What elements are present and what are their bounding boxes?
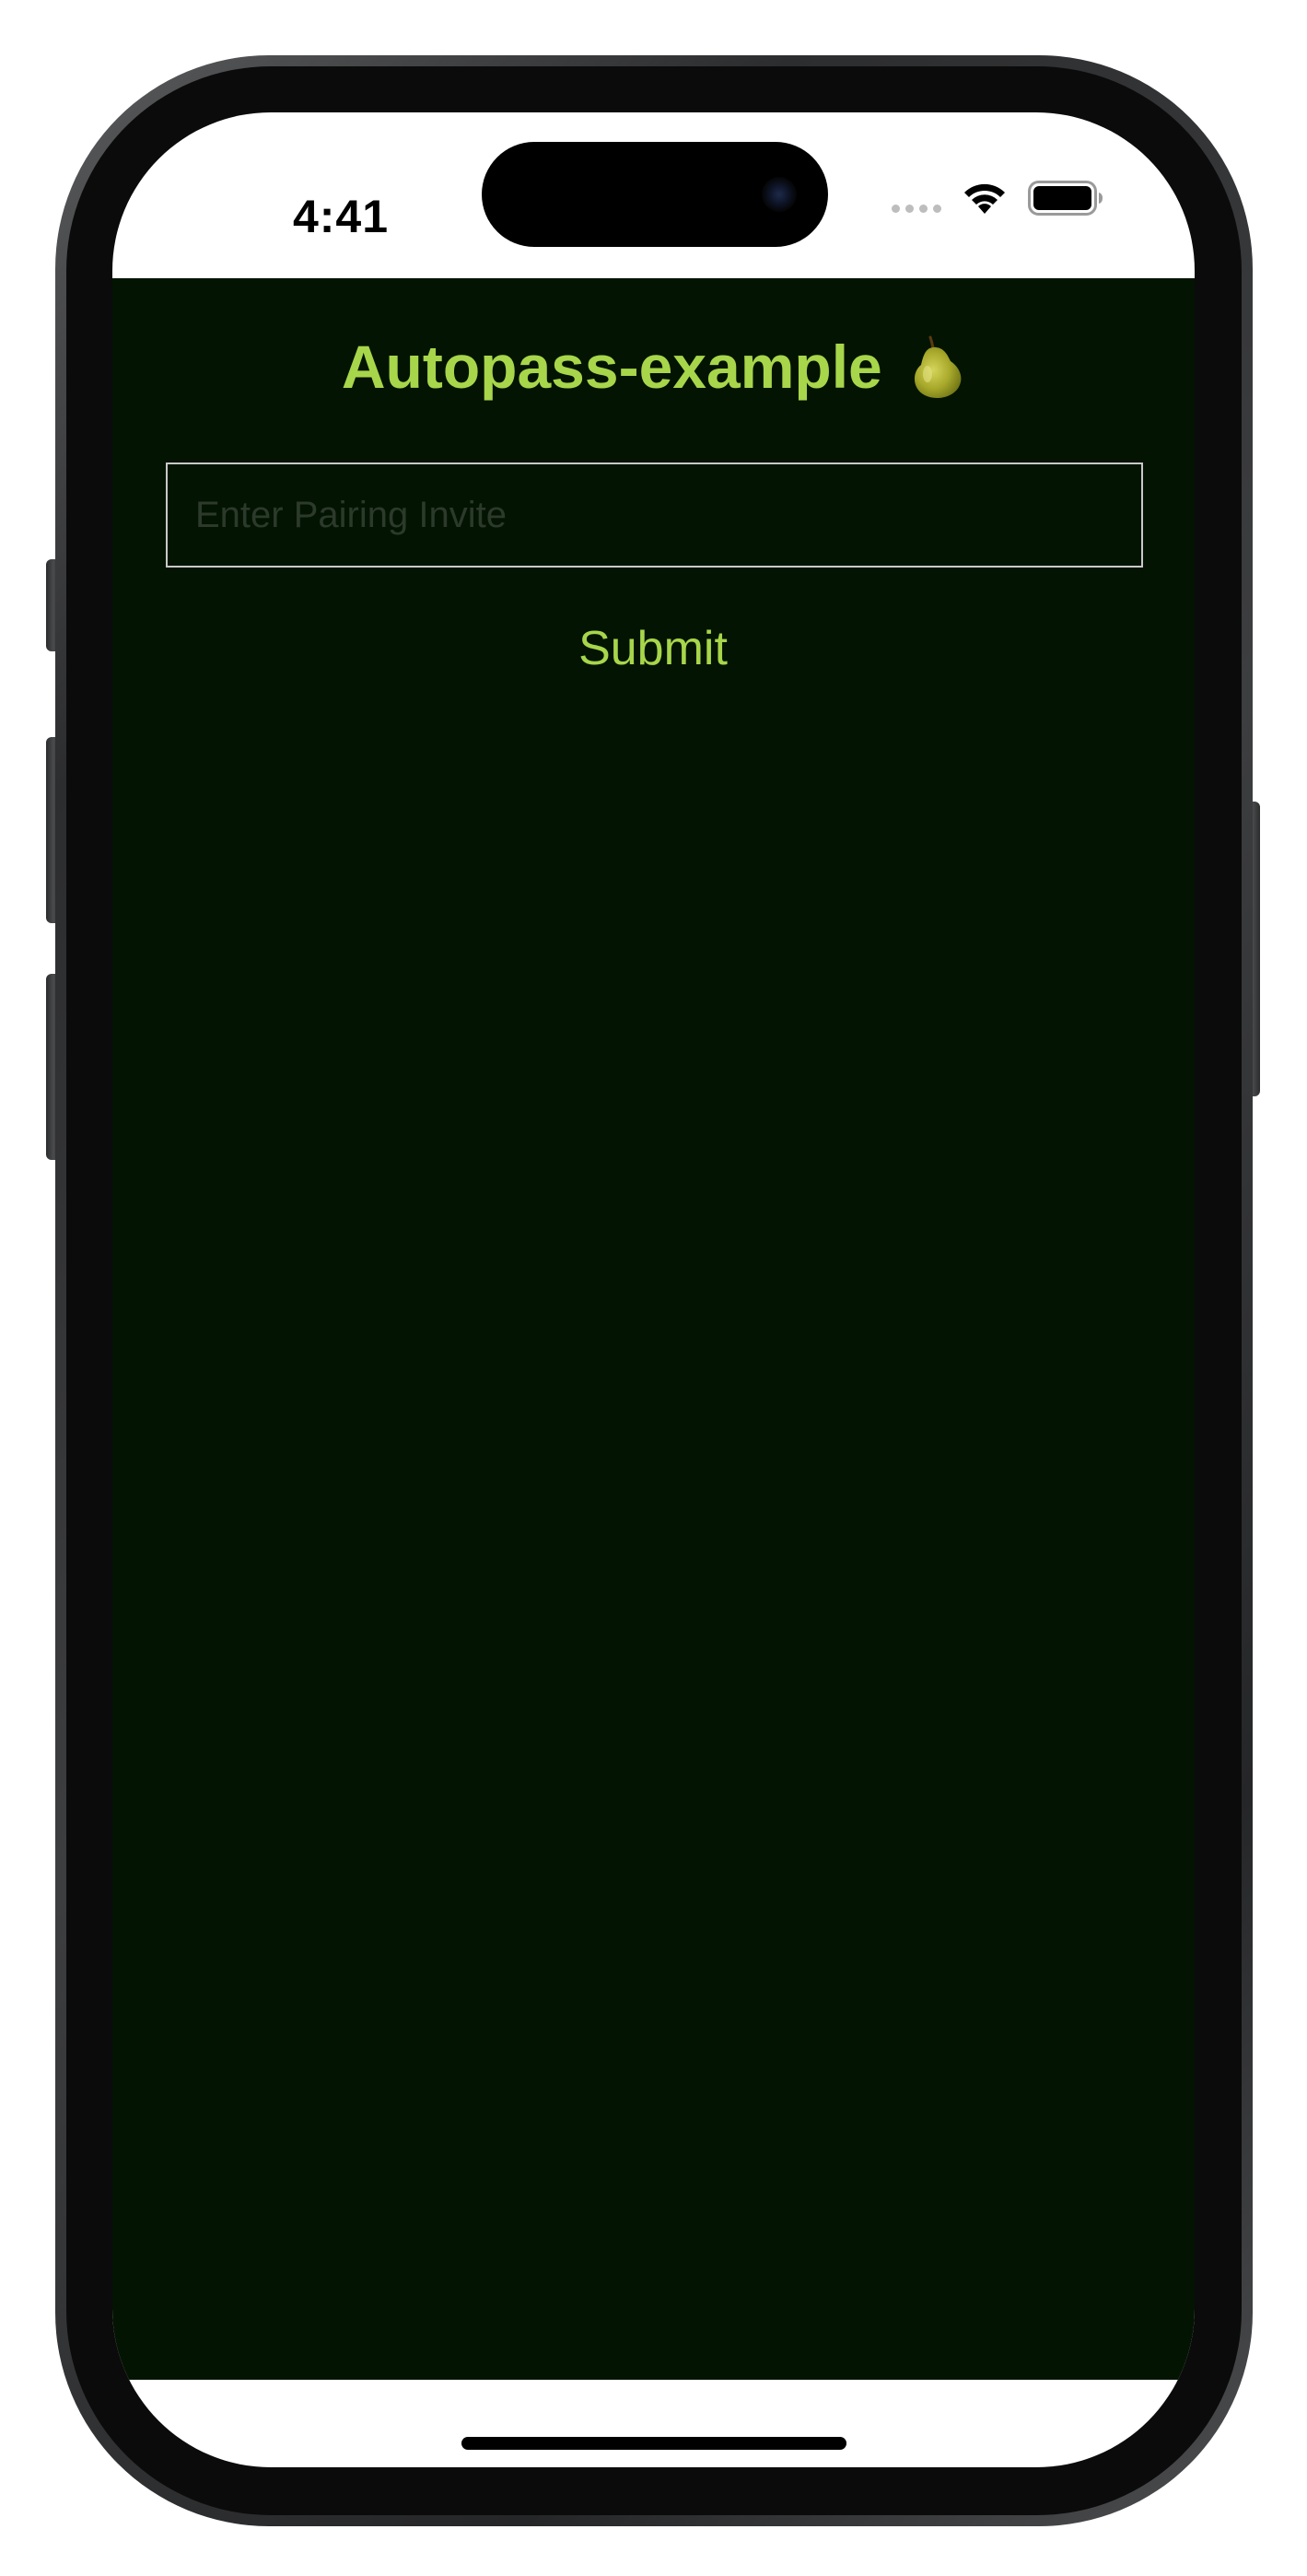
submit-button[interactable]: Submit xyxy=(515,612,791,685)
pear-icon xyxy=(915,335,962,398)
front-camera-icon xyxy=(762,177,797,212)
app-title-text: Autopass-example xyxy=(341,333,882,401)
app-content: Autopass-example Submit xyxy=(112,278,1195,2380)
battery-icon xyxy=(1028,181,1103,216)
app-title: Autopass-example xyxy=(112,332,1195,405)
wifi-icon xyxy=(964,183,1005,214)
device-canvas: 4:41 Autopass-example Enter Pairing Invi… xyxy=(0,0,1307,2576)
dynamic-island xyxy=(482,142,828,247)
phone-screen: 4:41 Autopass-example Enter Pairing Invi… xyxy=(112,112,1195,2467)
status-time: 4:41 xyxy=(292,191,390,242)
cellular-signal-icon xyxy=(892,205,941,213)
home-indicator[interactable] xyxy=(461,2437,846,2450)
pairing-invite-input[interactable] xyxy=(166,463,1143,568)
